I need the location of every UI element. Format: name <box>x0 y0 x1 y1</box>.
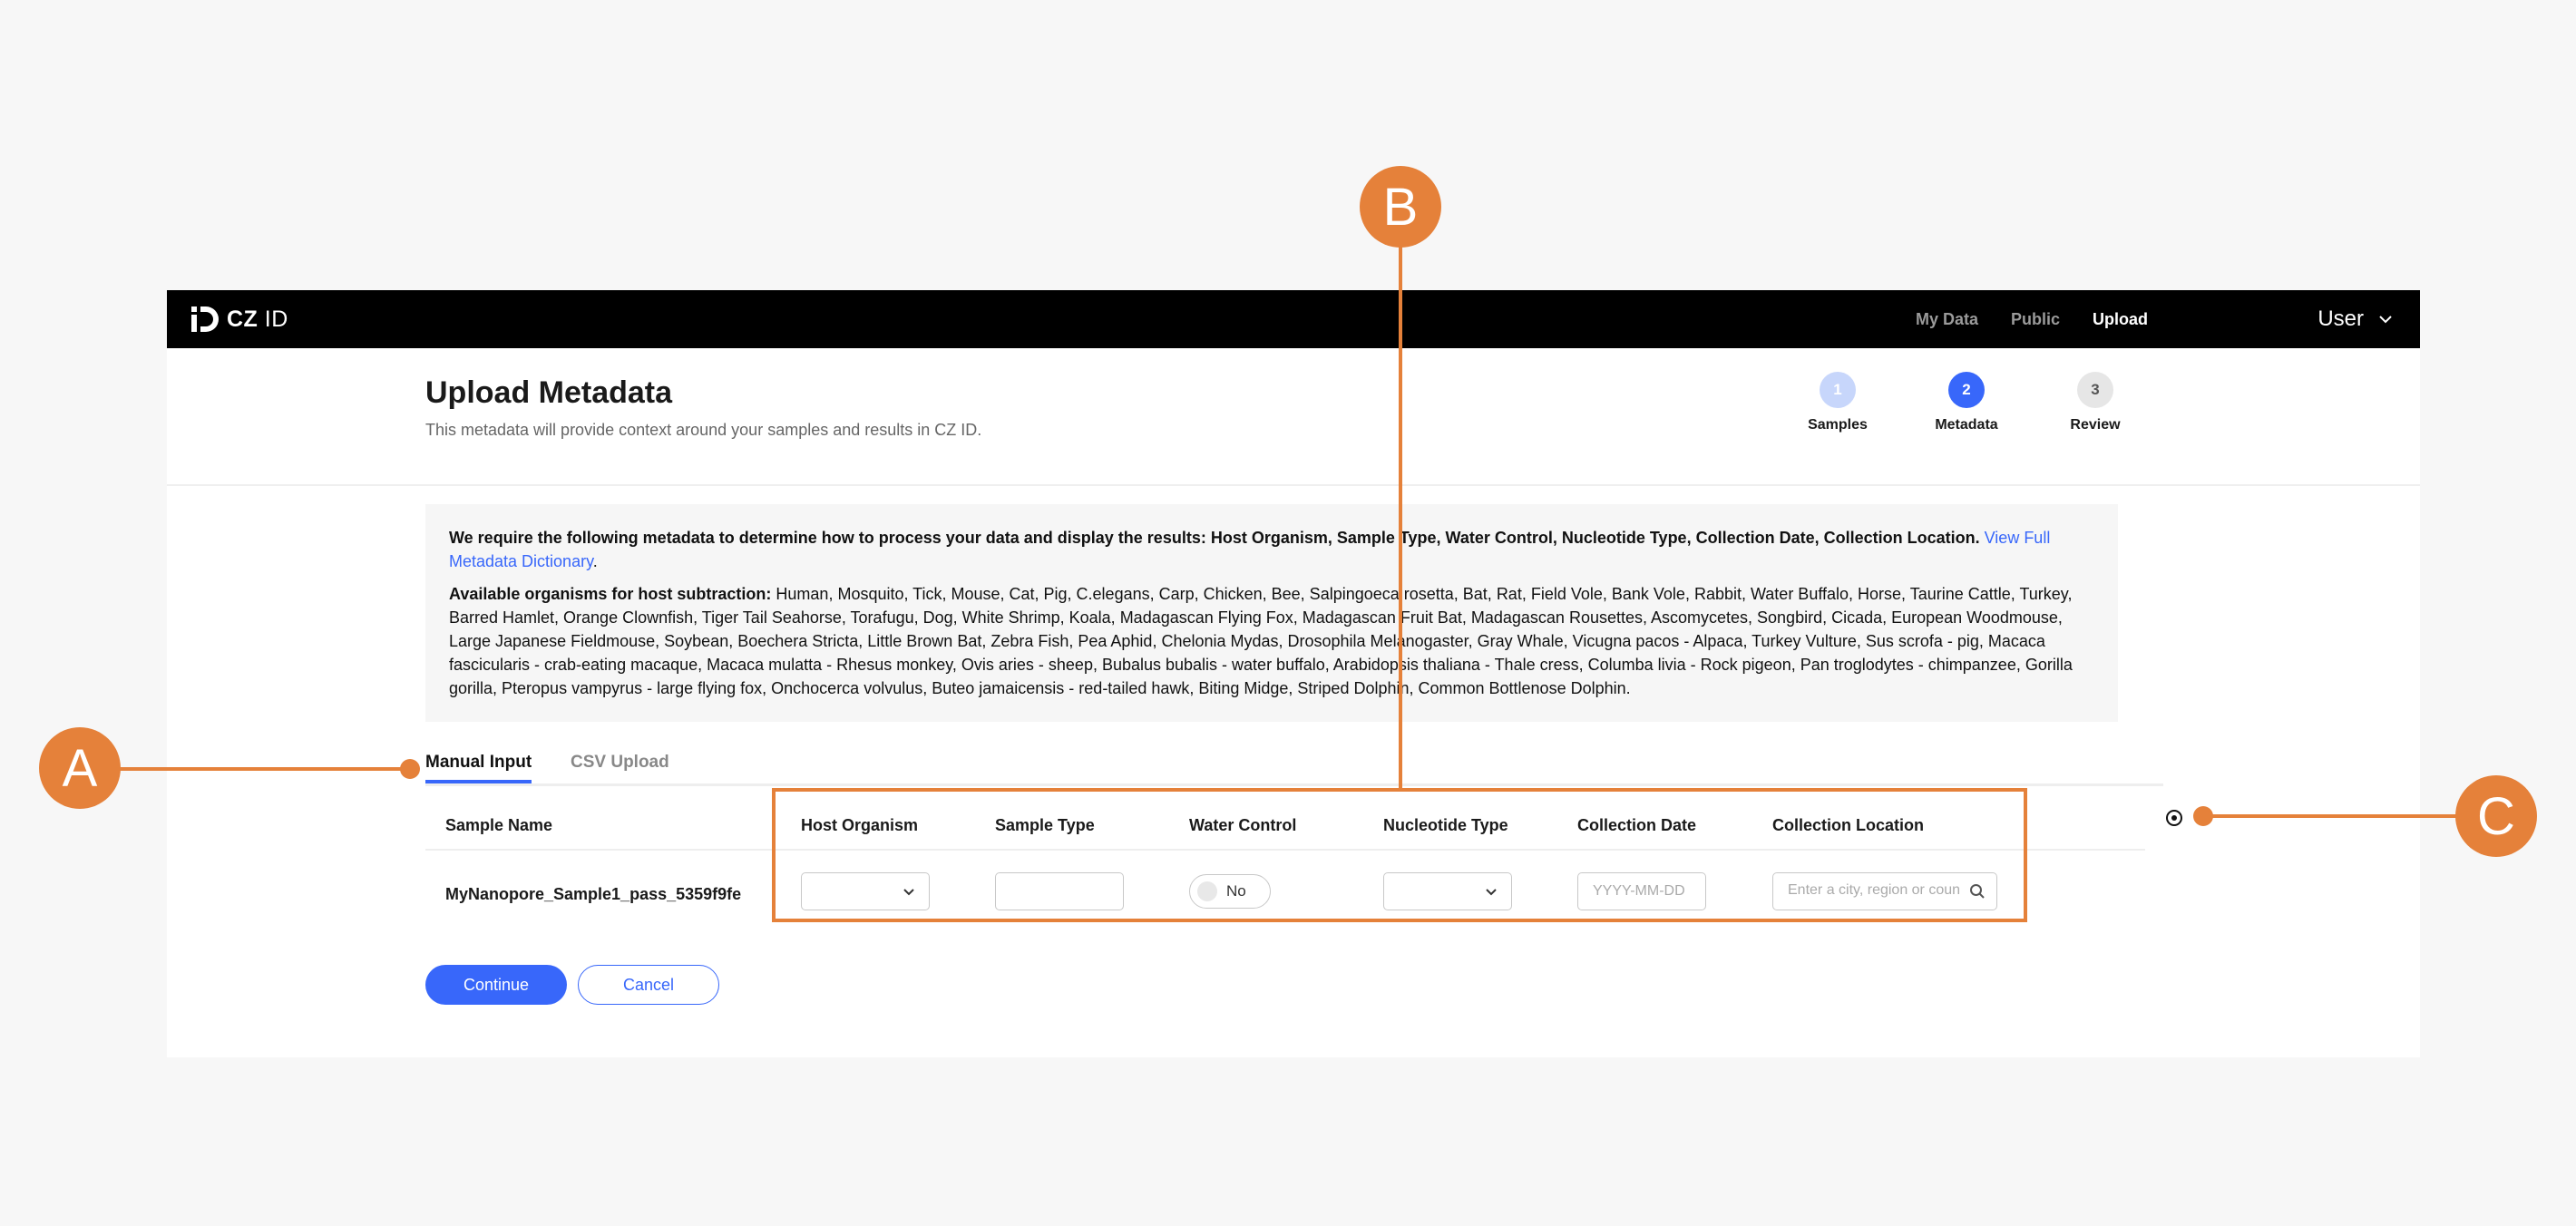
add-column-icon[interactable] <box>2165 809 2183 827</box>
required-metadata-text: We require the following metadata to det… <box>449 529 2051 570</box>
input-tabs: Manual Input CSV Upload <box>425 747 2163 786</box>
tab-manual-input[interactable]: Manual Input <box>425 753 532 783</box>
nav-upload[interactable]: Upload <box>2093 310 2148 329</box>
host-organisms-text: Available organisms for host subtraction… <box>449 585 2073 697</box>
czid-logo-icon <box>191 306 219 332</box>
step-label: Review <box>2070 417 2121 433</box>
callout-a-dot <box>400 759 420 779</box>
callout-b-line <box>1399 247 1402 788</box>
callout-c-badge: C <box>2455 775 2537 857</box>
nav-my-data[interactable]: My Data <box>1916 310 1978 329</box>
czid-logo[interactable]: CZ ID <box>189 302 288 336</box>
sample-name-cell: MyNanopore_Sample1_pass_5359f9fe <box>445 885 742 903</box>
chevron-down-icon <box>2379 316 2392 324</box>
step-review: 3 Review <box>2041 372 2150 433</box>
column-sample-name: Sample Name <box>445 816 553 834</box>
user-menu[interactable]: User <box>2317 290 2393 348</box>
step-label: Samples <box>1808 417 1868 433</box>
top-navigation: CZ ID My Data Public Upload User <box>167 290 2420 348</box>
user-name: User <box>2317 306 2364 331</box>
callout-c-dot <box>2193 806 2213 826</box>
app-window: CZ ID My Data Public Upload User Upload … <box>167 290 2420 1057</box>
callout-a-badge: A <box>39 727 121 809</box>
page-title: Upload Metadata <box>425 375 673 410</box>
callout-c-line <box>2204 814 2460 818</box>
callout-a-line <box>118 767 410 771</box>
tab-csv-upload[interactable]: CSV Upload <box>571 753 669 780</box>
nav-links: My Data Public Upload <box>1916 290 2148 348</box>
step-number: 3 <box>2077 372 2113 408</box>
step-samples[interactable]: 1 Samples <box>1783 372 1892 433</box>
required-fields-highlight <box>772 788 2027 922</box>
continue-button[interactable]: Continue <box>425 965 567 1005</box>
step-number: 2 <box>1948 372 1985 408</box>
cancel-button[interactable]: Cancel <box>578 965 719 1005</box>
nav-public[interactable]: Public <box>2011 310 2060 329</box>
callout-b-badge: B <box>1360 166 1441 248</box>
step-number: 1 <box>1820 372 1856 408</box>
brand-name: CZ ID <box>227 306 288 332</box>
step-metadata: 2 Metadata <box>1912 372 2021 433</box>
metadata-info-box: We require the following metadata to det… <box>425 504 2118 722</box>
step-label: Metadata <box>1935 417 1998 433</box>
page-header: Upload Metadata This metadata will provi… <box>167 348 2420 486</box>
page-subtitle: This metadata will provide context aroun… <box>425 421 982 439</box>
